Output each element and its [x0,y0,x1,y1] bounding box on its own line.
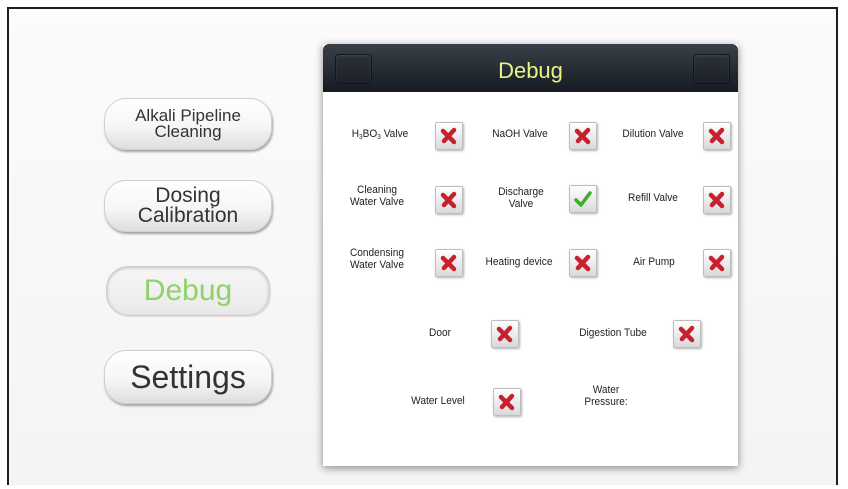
green-check-icon [574,191,592,207]
red-x-icon [574,127,591,145]
red-x-icon [574,254,591,272]
door-label: Door [429,327,451,339]
digestion-tube-label: Digestion Tube [579,327,647,339]
naoh-valve-label: NaOH Valve [492,128,548,140]
red-x-icon [496,325,513,343]
cleaning-water-valve-label: Cleaning Water Valve [350,184,404,208]
sidebar-item-label: Settings [130,358,246,395]
sidebar-item-debug[interactable]: Debug [106,266,270,316]
header-right-button[interactable] [693,54,730,84]
red-x-icon [708,127,725,145]
red-x-icon [440,191,457,209]
sidebar-item-settings[interactable]: Settings [104,350,272,404]
red-x-icon [498,393,515,411]
water-level-toggle[interactable] [493,388,521,416]
refill-valve-label: Refill Valve [628,192,678,204]
discharge-valve-label: Discharge Valve [498,186,544,210]
air-pump-label: Air Pump [633,256,675,268]
red-x-icon [440,127,457,145]
condensing-water-valve-toggle[interactable] [435,249,463,277]
debug-panel: Debug H3BO3 Valve NaOH Valve Dilution Va… [323,44,738,466]
panel-header: Debug [323,44,738,92]
condensing-water-valve-label: Condensing Water Valve [349,247,405,271]
sidebar-item-label: Calibration [137,204,239,227]
water-pressure-label: Water Pressure: [584,384,628,408]
sidebar-item-alkali-pipeline-cleaning[interactable]: Alkali Pipeline Cleaning [104,98,272,150]
dilution-valve-label: Dilution Valve [622,128,684,140]
sidebar-item-label: Debug [143,273,233,307]
sidebar-item-label: Dosing [155,184,221,208]
panel-title: Debug [498,58,563,83]
refill-valve-toggle[interactable] [703,186,731,214]
digestion-tube-toggle[interactable] [673,320,701,348]
h3bo3-valve-label: H3BO3 Valve [351,128,409,141]
sidebar-item-dosing-calibration[interactable]: Dosing Calibration [104,180,272,232]
naoh-valve-toggle[interactable] [569,122,597,150]
air-pump-toggle[interactable] [703,249,731,277]
h3bo3-valve-toggle[interactable] [435,122,463,150]
cleaning-water-valve-toggle[interactable] [435,186,463,214]
door-toggle[interactable] [491,320,519,348]
heating-device-toggle[interactable] [569,249,597,277]
red-x-icon [678,325,695,343]
red-x-icon [708,191,725,209]
discharge-valve-toggle[interactable] [569,185,597,213]
dilution-valve-toggle[interactable] [703,122,731,150]
sidebar-item-label: Cleaning [154,122,222,141]
red-x-icon [440,254,457,272]
heating-device-label: Heating device [485,256,553,268]
water-level-label: Water Level [411,395,465,407]
red-x-icon [708,254,725,272]
